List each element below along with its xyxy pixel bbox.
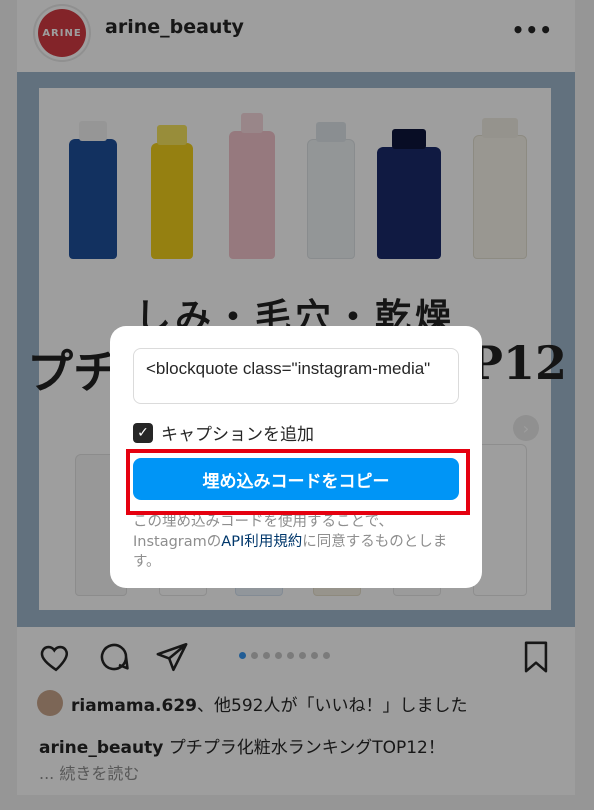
- caption-checkbox[interactable]: ✓: [133, 422, 153, 443]
- caption-option[interactable]: ✓ キャプションを追加: [133, 420, 314, 445]
- api-terms-link[interactable]: API利用規約: [221, 534, 302, 550]
- highlight-box: [126, 449, 470, 515]
- embed-code-field[interactable]: <blockquote class="instagram-media": [133, 348, 459, 404]
- caption-checkbox-label: キャプションを追加: [161, 425, 314, 445]
- terms-notice: この埋め込みコードを使用することで、InstagramのAPI利用規約に同意する…: [133, 512, 459, 572]
